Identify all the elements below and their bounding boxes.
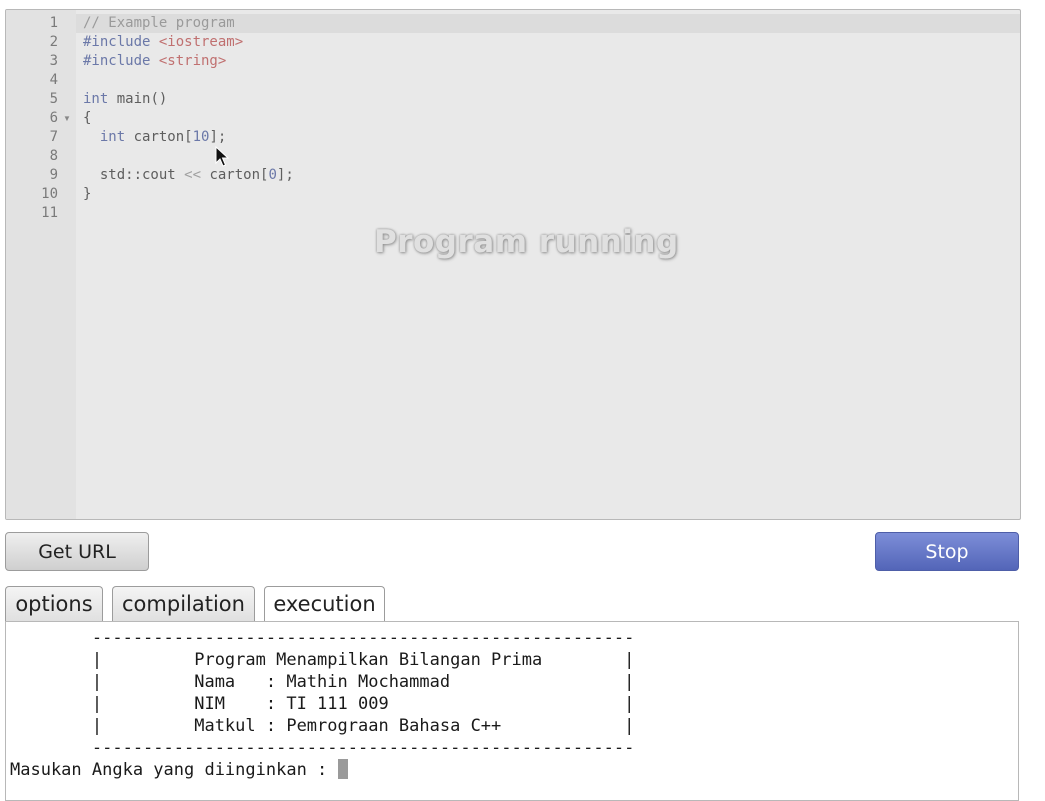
line-number-gutter: 1 2 3 4 5 6 ▼ 7 8 9 10 11 <box>6 10 76 519</box>
tab-options[interactable]: options <box>5 586 103 621</box>
code-line: #include <iostream> <box>83 33 243 52</box>
stop-button[interactable]: Stop <box>875 532 1019 571</box>
console-prompt: Masukan Angka yang diinginkan : <box>10 760 338 780</box>
code-token: int <box>83 91 109 107</box>
tab-compilation[interactable]: compilation <box>112 586 255 621</box>
code-token: std::cout <box>83 167 185 183</box>
line-number: 11 <box>41 205 58 221</box>
line-number: 4 <box>49 72 58 88</box>
console-line: ----------------------------------------… <box>10 628 635 648</box>
console-prompt-line[interactable]: Masukan Angka yang diinginkan : <box>10 759 348 781</box>
code-editor[interactable]: 1 2 3 4 5 6 ▼ 7 8 9 10 11 // Example program #includ… <box>5 9 1021 520</box>
code-token: #include <box>83 34 159 50</box>
code-token: // Example program <box>83 15 235 31</box>
console-line: | NIM : TI 111 009 | <box>10 694 635 714</box>
code-token: ]; <box>276 167 294 183</box>
terminal-cursor <box>337 759 348 779</box>
execution-console[interactable]: ----------------------------------------… <box>5 621 1019 801</box>
program-running-overlay: Program running <box>374 224 679 260</box>
mouse-pointer-icon <box>215 146 229 167</box>
console-line: ----------------------------------------… <box>10 738 635 758</box>
code-token: 0 <box>268 167 277 183</box>
line-number: 8 <box>49 148 58 164</box>
line-number: 5 <box>49 91 58 107</box>
code-line: // Example program <box>83 14 235 33</box>
code-line: } <box>83 185 91 204</box>
code-line: int main() <box>83 90 167 109</box>
code-token: #include <box>83 53 159 69</box>
line-number: 7 <box>49 129 58 145</box>
code-token: <string> <box>158 53 227 69</box>
code-token: << <box>184 167 202 183</box>
line-number: 1 <box>49 15 58 31</box>
line-number: 9 <box>49 167 58 183</box>
line-number: 6 <box>49 110 58 126</box>
code-token: carton[ <box>125 129 193 145</box>
code-token: int <box>99 129 126 145</box>
code-line: #include <string> <box>83 52 226 71</box>
code-line: int carton[10]; <box>83 128 226 147</box>
code-token: <iostream> <box>158 34 244 50</box>
line-number: 3 <box>49 53 58 69</box>
code-token: ]; <box>209 129 227 145</box>
code-line: { <box>83 109 91 128</box>
console-line: | Nama : Mathin Mochammad | <box>10 672 635 692</box>
code-token: { <box>83 110 92 126</box>
line-number: 2 <box>49 34 58 50</box>
line-number: 10 <box>41 186 58 202</box>
code-line: std::cout << carton[0]; <box>83 166 294 185</box>
code-token: main() <box>108 91 168 107</box>
tab-execution[interactable]: execution <box>264 586 385 621</box>
get-url-button[interactable]: Get URL <box>5 532 149 571</box>
code-token: 10 <box>192 129 210 145</box>
code-token: } <box>83 186 92 202</box>
console-line: | Program Menampilkan Bilangan Prima | <box>10 650 635 670</box>
console-line: | Matkul : Pemrograan Bahasa C++ | <box>10 716 635 736</box>
code-token: carton[ <box>201 167 269 183</box>
fold-arrow-icon[interactable]: ▼ <box>63 114 71 123</box>
